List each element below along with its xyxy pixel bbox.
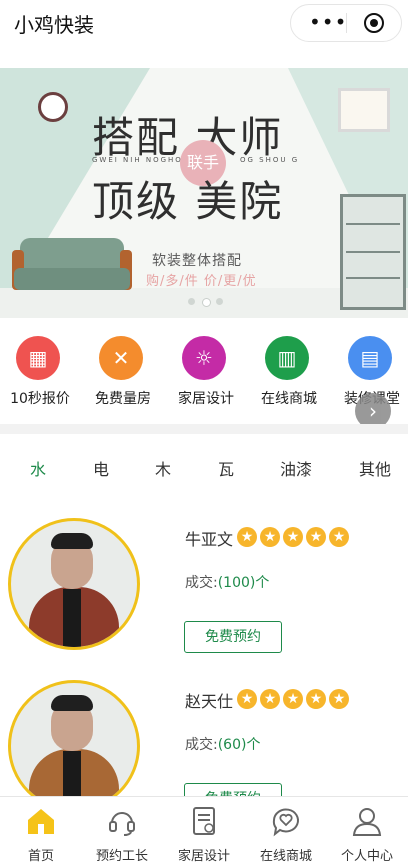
tab-label: 在线商城 (259, 849, 312, 864)
promo-banner[interactable]: 搭配 大师 GWEI NIH NOGHOR QOH OG SHOU G 联手 顶… (0, 68, 408, 318)
carousel-dot[interactable] (216, 298, 223, 305)
tab-tile[interactable]: 瓦 (218, 456, 234, 480)
tab-label: 预约工长 (95, 849, 148, 864)
tools-icon: ✕ (99, 336, 143, 380)
quick-item-measure[interactable]: ✕ 免费量房 (83, 336, 163, 416)
tab-online-mall[interactable]: 在线商城 (245, 803, 327, 864)
star-icon: ★ (306, 527, 326, 547)
star-icon: ★ (329, 527, 349, 547)
worker-card[interactable]: 牛亚文 ★ ★ ★ ★ ★ 成交:(100)个 免费预约 (0, 518, 408, 678)
quick-access-grid: ▦ 10秒报价 ✕ 免费量房 ☼ 家居设计 ▥ 在线商城 ▤ 装修课堂 (0, 330, 408, 410)
app-header: 小鸡快装 ••• (0, 0, 408, 48)
banner-headline-2: 顶级 美院 (92, 177, 284, 226)
tab-home-design[interactable]: 家居设计 (163, 803, 245, 864)
quick-item-mall[interactable]: ▥ 在线商城 (249, 336, 329, 416)
carousel-dot[interactable] (188, 298, 195, 305)
star-icon: ★ (283, 527, 303, 547)
chat-heart-icon (272, 808, 299, 837)
quick-item-quote[interactable]: ▦ 10秒报价 (0, 336, 80, 416)
trade-tabs: 水 电 木 瓦 油漆 其他 (0, 456, 408, 486)
star-icon: ★ (237, 689, 257, 709)
section-divider (0, 424, 408, 434)
deal-value: (100)个 (217, 575, 270, 591)
tab-label: 首页 (27, 849, 54, 864)
mini-program-capsule: ••• (290, 4, 402, 42)
tab-water[interactable]: 水 (30, 456, 46, 480)
star-icon: ★ (260, 689, 280, 709)
banner-pinyin-right: OG SHOU G (240, 156, 300, 164)
rating-stars: ★ ★ ★ ★ ★ (237, 688, 352, 709)
avatar (8, 518, 140, 650)
star-icon: ★ (329, 689, 349, 709)
close-target-icon[interactable] (364, 13, 384, 33)
tab-home[interactable]: 首页 (0, 803, 82, 864)
tab-label: 个人中心 (340, 849, 393, 864)
worker-name: 赵天仕 (185, 692, 234, 711)
cabinet-illustration (340, 194, 406, 310)
rating-stars: ★ ★ ★ ★ ★ (237, 526, 352, 547)
tab-paint[interactable]: 油漆 (280, 456, 312, 480)
carousel-indicator (188, 298, 228, 307)
tab-other[interactable]: 其他 (359, 456, 391, 480)
banner-subtitle: 软装整体搭配 (152, 253, 242, 269)
capsule-divider (346, 13, 347, 33)
user-icon (352, 808, 382, 836)
quick-item-label: 在线商城 (261, 391, 317, 407)
star-icon: ★ (260, 527, 280, 547)
star-icon: ★ (237, 527, 257, 547)
book-icon: ▤ (348, 336, 392, 380)
tab-book-foreman[interactable]: 预约工长 (81, 803, 163, 864)
document-icon (193, 807, 215, 835)
bottom-tab-bar: 首页 预约工长 家居设计 在线商城 个人中心 (0, 796, 408, 864)
deal-count: 成交:(60)个 (185, 734, 260, 754)
tab-label: 家居设计 (177, 849, 230, 864)
tab-wood[interactable]: 木 (155, 456, 171, 480)
tab-electric[interactable]: 电 (93, 456, 109, 480)
star-icon: ★ (283, 689, 303, 709)
picture-frame-decor (338, 88, 390, 132)
app-title: 小鸡快装 (14, 13, 94, 37)
deal-value: (60)个 (217, 737, 261, 753)
star-icon: ★ (306, 689, 326, 709)
worker-name: 牛亚文 (185, 530, 234, 549)
clock-decor (38, 92, 68, 122)
headset-icon (109, 812, 135, 836)
lightbulb-icon: ☼ (182, 336, 226, 380)
deal-label: 成交: (185, 575, 218, 591)
carousel-dot-active[interactable] (202, 298, 211, 307)
free-booking-button[interactable]: 免费预约 (184, 621, 282, 653)
quick-item-label: 家居设计 (178, 391, 234, 407)
calculator-icon: ▦ (16, 336, 60, 380)
banner-slogan: 购/多/件 价/更/优 (146, 274, 257, 289)
quick-item-label: 免费量房 (95, 391, 151, 407)
building-icon: ▥ (265, 336, 309, 380)
deal-count: 成交:(100)个 (185, 572, 269, 592)
home-icon (28, 809, 54, 834)
deal-label: 成交: (185, 737, 218, 753)
quick-item-design[interactable]: ☼ 家居设计 (166, 336, 246, 416)
more-icon[interactable]: ••• (309, 12, 347, 32)
avatar (8, 680, 140, 812)
tab-profile[interactable]: 个人中心 (326, 803, 408, 864)
